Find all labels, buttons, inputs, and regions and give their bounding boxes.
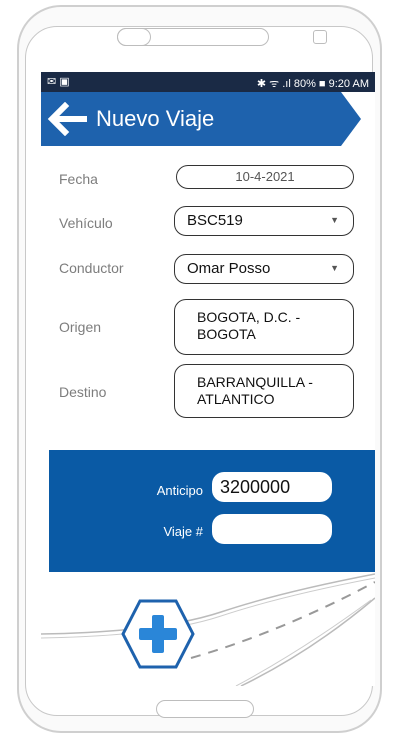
road-illustration [41,573,375,686]
origen-field[interactable]: BOGOTA, D.C. - BOGOTA [174,299,354,355]
screen: ✉ ▣ ✱ ᯤ .ıl 80% ■ 9:20 AM Nuevo Viaje Fe… [41,72,375,686]
conductor-select[interactable]: Omar Posso ▼ [174,254,354,284]
add-hexagon-icon[interactable] [121,597,195,671]
anticipo-label: Anticipo [156,483,203,498]
viaje-label: Viaje # [163,524,203,539]
destino-label: Destino [59,384,107,400]
front-camera [313,30,327,44]
status-indicators: ✱ ᯤ .ıl 80% ■ 9:20 AM [256,78,369,90]
vehiculo-value: BSC519 [187,212,243,229]
viaje-input[interactable] [212,514,332,544]
vehiculo-label: Vehículo [59,215,113,231]
home-button[interactable] [156,700,254,718]
app-bar-arrow-tip [341,92,361,146]
vehiculo-select[interactable]: BSC519 ▼ [174,206,354,236]
fecha-field[interactable]: 10-4-2021 [176,165,354,189]
page-title: Nuevo Viaje [96,106,215,131]
dropdown-caret-icon: ▼ [330,263,339,273]
dropdown-caret-icon: ▼ [330,215,339,225]
status-bar: ✉ ▣ ✱ ᯤ .ıl 80% ■ 9:20 AM [41,72,375,92]
conductor-label: Conductor [59,260,124,276]
origen-line-2: BOGOTA [197,326,256,342]
fecha-label: Fecha [59,171,98,187]
app-bar: Nuevo Viaje [41,92,341,146]
back-arrow-icon[interactable] [47,102,91,136]
anticipo-input[interactable]: 3200000 [212,472,332,502]
destino-line-2: ATLANTICO [197,391,275,407]
conductor-value: Omar Posso [187,260,271,277]
destino-line-1: BARRANQUILLA - [197,374,313,390]
destino-field[interactable]: BARRANQUILLA - ATLANTICO [174,364,354,418]
origen-line-1: BOGOTA, D.C. - [197,309,301,325]
earpiece-cap [117,28,151,46]
origen-label: Origen [59,319,102,335]
status-notifications: ✉ ▣ [47,76,70,88]
anticipo-panel: Anticipo 3200000 Viaje # [49,450,375,572]
